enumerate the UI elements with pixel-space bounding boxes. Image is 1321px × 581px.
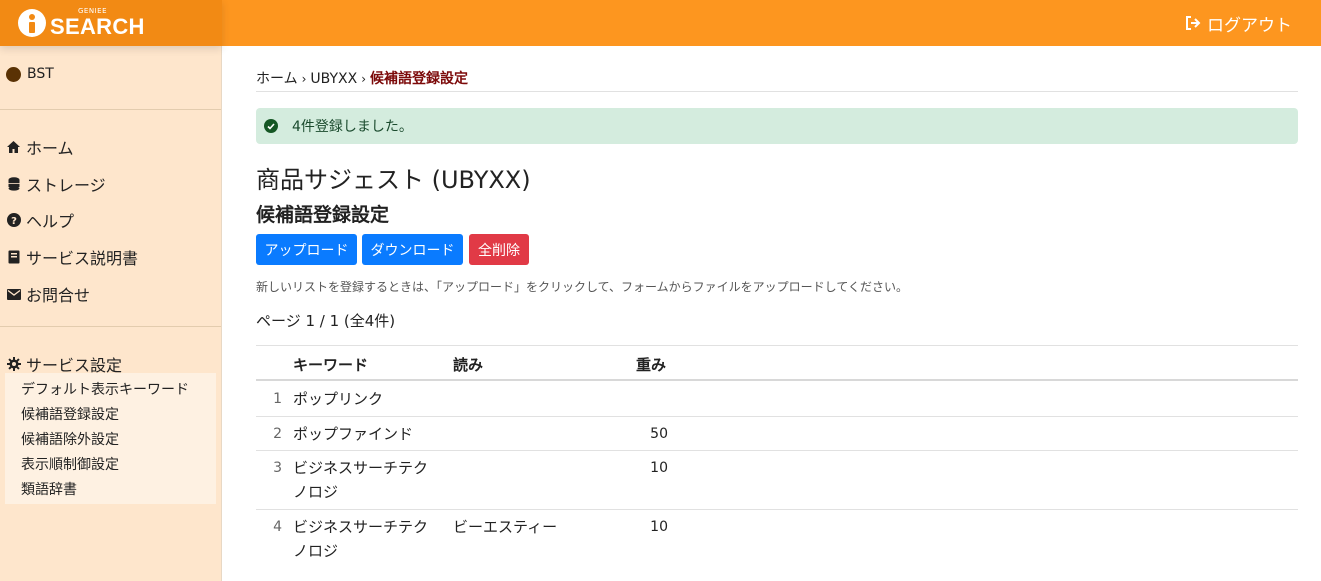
page-info: ページ 1 / 1 (全4件) [256,312,396,330]
breadcrumb-service[interactable]: UBYXX [310,71,357,87]
table-header-border [256,379,1298,381]
home-icon [6,140,21,155]
check-circle-icon [264,119,278,133]
logo-big-text: SEARCH [50,14,145,39]
row-reading: ビーエスティー [453,518,558,536]
submenu-item-default-keyword[interactable]: デフォルト表示キーワード [21,379,189,399]
sidebar-item-label: ヘルプ [26,212,75,231]
logout-link[interactable]: ログアウト [1185,11,1292,36]
sidebar-item-storage[interactable]: ストレージ [6,172,106,196]
row-keyword: ポップリンク [293,390,384,408]
download-button[interactable]: ダウンロード [362,234,463,265]
breadcrumb-home[interactable]: ホーム [256,71,298,87]
row-index: 3 [273,460,282,476]
row-keyword-continued: ノロジ [293,542,339,560]
logout-label: ログアウト [1207,15,1292,36]
sidebar-item-label: ストレージ [26,176,106,195]
page-subtitle: 候補語登録設定 [256,204,390,226]
sign-out-icon [1186,16,1201,30]
user-dot-icon [6,66,21,82]
upload-button[interactable]: アップロード [256,234,357,265]
sidebar-divider [0,109,221,110]
database-icon [6,177,21,192]
sidebar-item-label: ホーム [26,139,74,158]
submenu-item-candidate-register[interactable]: 候補語登録設定 [21,404,119,424]
row-weight: 10 [650,460,668,476]
row-index: 2 [273,426,282,442]
sidebar-item-home[interactable]: ホーム [6,135,74,159]
sidebar: BST ホーム ストレージ ? ヘルプ サービス説明書 お問合せ サービス設定 … [0,46,222,581]
row-keyword: ビジネスサーチテク [293,518,429,536]
gear-icon [6,357,21,372]
sidebar-divider [0,326,221,327]
column-header-reading: 読み [453,356,484,374]
row-keyword: ビジネスサーチテク [293,459,429,477]
column-header-keyword: キーワード [293,356,369,374]
row-index: 4 [273,519,282,535]
sidebar-item-contact[interactable]: お問合せ [6,282,90,306]
breadcrumb-separator: › [361,72,367,86]
breadcrumb-current: 候補語登録設定 [370,71,469,87]
svg-text:?: ? [11,216,17,227]
page-title: 商品サジェスト (UBYXX) [256,166,531,194]
book-icon [6,250,21,265]
user-name: BST [27,66,54,82]
submenu-item-display-order[interactable]: 表示順制御設定 [21,454,119,474]
row-divider [256,416,1298,417]
sidebar-item-label: お問合せ [26,286,91,305]
sidebar-item-help[interactable]: ? ヘルプ [6,208,74,232]
question-circle-icon: ? [6,213,21,228]
row-divider [256,450,1298,451]
row-divider [256,509,1298,510]
success-alert: 4件登録しました。 [256,108,1298,144]
service-settings-submenu: デフォルト表示キーワード 候補語登録設定 候補語除外設定 表示順制御設定 類語辞… [5,373,216,504]
user-indicator: BST [6,66,54,82]
submenu-item-synonym-dictionary[interactable]: 類語辞書 [21,479,77,499]
row-weight: 10 [650,519,668,535]
breadcrumb: ホーム › UBYXX › 候補語登録設定 [256,68,468,88]
top-header: GENIEE SEARCH ログアウト [0,0,1321,46]
column-header-weight: 重み [636,356,667,374]
info-logo-icon [18,9,46,37]
table-top-border [256,345,1298,346]
breadcrumb-divider [256,91,1298,92]
submenu-item-candidate-exclude[interactable]: 候補語除外設定 [21,429,119,449]
row-keyword-continued: ノロジ [293,483,339,501]
row-weight: 50 [650,426,668,442]
row-keyword: ポップファインド [293,425,414,443]
alert-message: 4件登録しました。 [292,119,413,135]
sidebar-item-label: サービス説明書 [26,249,139,268]
envelope-icon [6,287,21,302]
breadcrumb-separator: › [301,72,307,86]
logo[interactable]: GENIEE SEARCH [0,0,222,46]
sidebar-item-manual[interactable]: サービス説明書 [6,245,138,269]
row-index: 1 [273,391,282,407]
help-text: 新しいリストを登録するときは、「アップロード」をクリックして、フォームからファイ… [256,280,908,294]
delete-all-button[interactable]: 全削除 [469,234,529,265]
